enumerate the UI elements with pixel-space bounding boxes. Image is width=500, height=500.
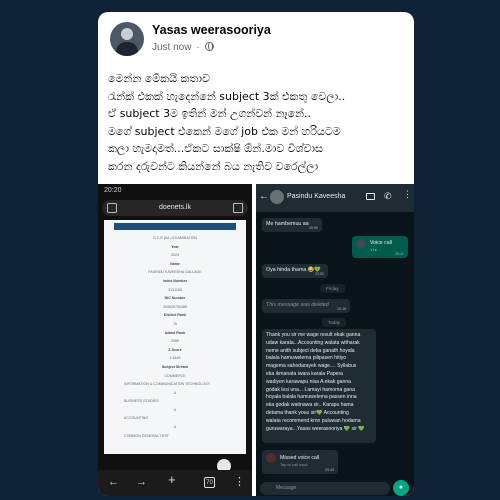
doc-row: Z-Score [168,347,182,352]
doc-row: COMMERCE [164,373,186,378]
contact-avatar[interactable] [270,190,284,204]
author-name[interactable]: Yasas weerasooriya [152,23,271,37]
doc-row: G.C.E.(A/L) EXAMINATION [152,236,198,240]
message-line: walata recommend krnn puluwan hodama [266,417,361,424]
doc-row: 76 [173,321,177,326]
call-duration: 1 hr [370,247,377,252]
message-line: hoyala balala hamuwelema passen inna [266,394,357,401]
call-title: Voice call [370,240,392,246]
forward-icon[interactable]: → [136,476,147,488]
post-text-line: රැන්ක් එකක් හැදෙන්නේ subject 3ක් එකතු වෙ… [108,89,346,103]
doc-row: COMMON GENERAL TEST [124,433,169,438]
new-tab-icon[interactable]: + [168,473,176,486]
message-line: guruwaraya...Yasas weerasooriya 💚 sir 💚 [266,425,365,432]
chat-screenshot[interactable]: ← Pasindu Kaveesha ✆ ⋮ Me hambemuu aa 20… [256,184,414,496]
doc-row: Name [170,261,180,266]
doc-row: INFORMATION & COMMUNICATION TECHNOLOGY [124,382,211,387]
doc-row: 1.6445 [169,356,181,361]
back-arrow-icon[interactable]: ← [259,191,269,202]
browser-nav-bar: ← → + 70 ⋮ [98,470,252,496]
status-time: 20:20 [104,187,122,194]
post-header: Yasas weerasooriya Just now · [110,20,402,64]
doc-row: PASINDU KAVEESHA GALLAGE [148,270,202,275]
doc-row: 2080 [171,339,179,344]
result-document: G.C.E.(A/L) EXAMINATION Year 2024 Name P… [104,220,246,454]
share-icon [233,203,243,213]
doc-row: A [173,425,177,430]
tabs-count-icon[interactable]: 70 [204,477,215,488]
doc-row: A [173,390,177,395]
globe-icon [205,42,215,51]
post-text-line: කරන දරුවන්ට කියන්නේ බය නැතිව වරෙල්ලා [108,159,319,173]
post-meta: Just now · [152,42,215,53]
message-text: Me hambemuu aa [266,221,309,227]
doc-row: 200639700486 [163,304,187,309]
long-message-bubble: Thank you sir me wage result ekak ganna … [262,329,376,443]
doc-row: Index Number [163,278,187,283]
call-icon [356,239,366,249]
doc-row: Year [171,244,179,249]
results-screenshot[interactable]: 20:20 doenets.lk G.C.E.(A/L) EXAMINATION… [98,184,252,496]
missed-call-bubble[interactable]: Missed voice call Tap to call back 09:43 [262,450,338,474]
message-time: 20:41 [395,252,404,256]
video-call-icon[interactable] [366,193,375,200]
menu-icon[interactable]: ⋮ [234,476,245,488]
post-time[interactable]: Just now [152,42,191,53]
post-text: මෙන්න මේකයි කතාව රැන්ක් එකක් හැදෙන්නේ su… [108,70,406,175]
message-input[interactable]: Message [260,482,390,495]
phone-icon[interactable]: ✆ [384,191,392,202]
date-separator: Friday [320,284,345,293]
message-line: wadiyen karawapu nisa A ekak ganna [266,378,351,385]
mic-icon[interactable]: ● [393,480,409,496]
back-icon[interactable]: ← [108,476,119,488]
message-time: 09:43 [325,468,334,472]
message-line: neme anith subject deka ganath hoyala [266,347,355,354]
message-line: detama thank youu sir💚 Accounting [266,409,349,416]
call-subtitle: Tap to call back [280,462,308,467]
chat-bubble-incoming: Me hambemuu aa 20:59 [262,218,322,232]
more-options-icon[interactable]: ⋮ [403,190,412,199]
message-line: godak lesi una... Lamayi hamoma gana [266,386,355,393]
message-line: udaw karata...Accounting walata witharak [266,339,360,346]
date-separator: Today [322,318,347,327]
message-line: eka godak watinawa sir.. Karapu hama [266,402,354,409]
facebook-post-card: Yasas weerasooriya Just now · මෙන්න මේකය… [98,12,414,496]
post-text-line: ඒ subject 3ම ඉතින් මන් උගන්වන් නෑනේ.. [108,107,312,120]
doc-row: District Rank [163,313,187,318]
message-time: 20:59 [309,226,318,230]
doc-row: 3131168 [168,287,182,292]
doc-row: A [173,407,177,412]
doc-row: Subject Stream [161,364,189,369]
url-text: doenets.lk [159,204,191,211]
message-time: 22:52 [315,272,324,276]
post-text-line: මෙන්න මේකයි කතාව [108,72,210,85]
author-avatar[interactable] [110,22,144,56]
site-info-icon [107,203,117,213]
message-text: Oya hinda thama 😂💚 [266,267,322,273]
doc-row: NIC Number [164,296,186,301]
url-bar: doenets.lk [102,200,248,216]
message-time: 20:18 [337,307,346,311]
voice-call-bubble[interactable]: Voice call 1 hr 20:41 [352,236,408,258]
message-line: balala hamuwelema pilipasen hitiyo [266,355,347,362]
chat-bubble-incoming: Oya hinda thama 😂💚 22:52 [262,264,328,278]
contact-name[interactable]: Pasindu Kaveesha [287,193,345,200]
chat-header: ← Pasindu Kaveesha ✆ ⋮ [256,184,414,212]
doc-row: Island Rank [164,330,186,335]
message-line: Thank you sir me wage result ekak ganna [266,332,361,338]
deleted-message-bubble: This message was deleted 20:18 [262,299,350,313]
doc-row: BUSINESS STUDIES [124,399,159,404]
call-title: Missed voice call [280,455,320,461]
doc-row: ACCOUNTING [124,416,149,421]
missed-call-icon [266,453,276,463]
status-bar: 20:20 [98,184,252,198]
post-text-line: මගේ subject එකෙන් මගේ job එක මන් හරියටම [108,124,341,138]
doc-header-bar [114,223,236,230]
post-text-line: කලා හැමදාමත්...ඒකට සාක්ෂි ඕන්.මාව විශ්වා… [108,142,323,155]
doc-row: 2024 [171,253,179,258]
message-text: This message was deleted [266,302,329,308]
message-line: magema sahodarayek wage.... Syllabus [266,363,357,370]
message-line: eka ikmanata iwara karala Papera [266,370,344,377]
post-images[interactable]: 20:20 doenets.lk G.C.E.(A/L) EXAMINATION… [98,184,414,496]
